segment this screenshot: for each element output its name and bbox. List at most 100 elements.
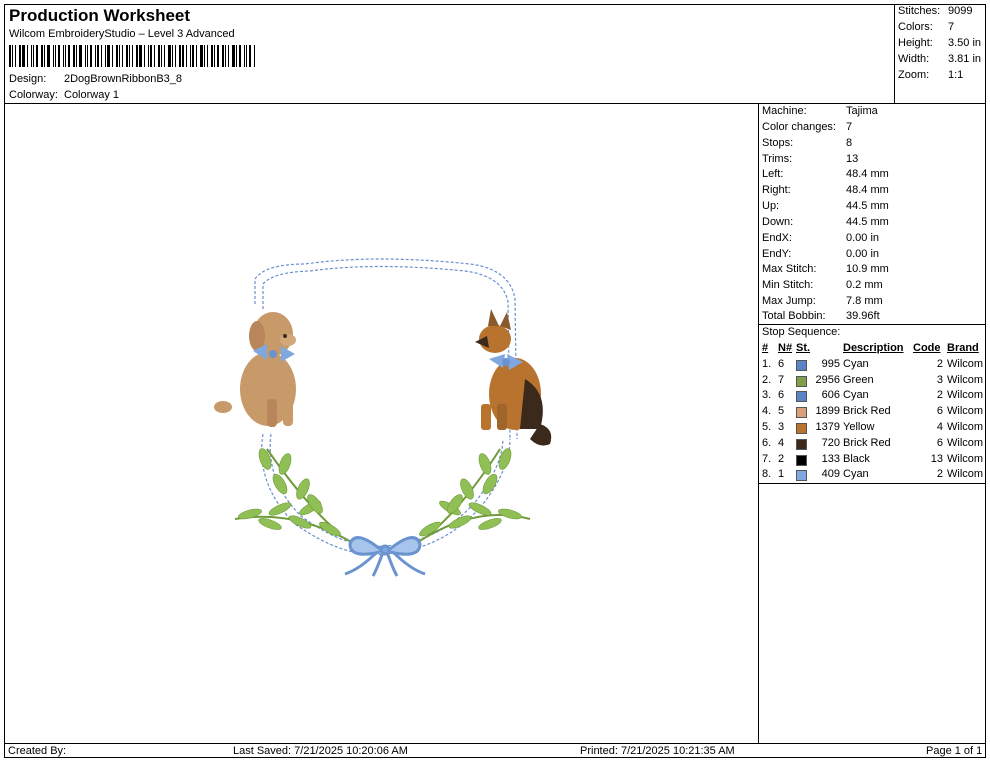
row-needle: 4 — [778, 436, 796, 452]
row-description: Cyan — [840, 388, 913, 404]
color-swatch — [796, 422, 807, 434]
barcode-bar — [172, 45, 173, 67]
row-num: 1. — [760, 357, 778, 373]
design-label: Design: — [9, 73, 47, 85]
barcode-bar — [217, 45, 219, 67]
barcode-bar — [19, 45, 21, 67]
barcode-bar — [95, 45, 96, 67]
barcode-bar — [33, 45, 34, 67]
barcode-bar — [36, 45, 38, 67]
row-needle: 7 — [778, 373, 796, 389]
row-stitches: 720 — [796, 436, 840, 452]
barcode-bar — [136, 45, 138, 67]
barcode-bar — [139, 45, 142, 67]
barcode-bar — [15, 45, 16, 67]
barcode-bar — [222, 45, 224, 67]
barcode-bar — [196, 45, 197, 67]
summary-value: 9099 — [948, 5, 973, 17]
barcode-bar — [148, 45, 149, 67]
barcode-bar — [79, 45, 82, 67]
barcode — [9, 45, 271, 67]
barcode-bar — [249, 45, 251, 67]
row-needle: 6 — [778, 388, 796, 404]
table-row: 5. 3 1379 Yellow 4 Wilcom — [760, 420, 986, 436]
row-num: 4. — [760, 404, 778, 420]
barcode-bar — [161, 45, 162, 67]
info-value: 0.00 in — [846, 232, 880, 244]
color-swatch — [796, 407, 807, 419]
row-description-text: Cyan — [843, 468, 869, 481]
row-code: 2 — [913, 388, 943, 404]
info-value: 8 — [846, 137, 853, 149]
row-needle: 5 — [778, 404, 796, 420]
row-code-text: 3 — [936, 373, 943, 386]
color-swatch — [796, 438, 807, 450]
row-stitches-text: 606 — [821, 389, 840, 402]
barcode-bar — [90, 45, 92, 67]
row-stitches-text: 2956 — [815, 373, 840, 386]
barcode-bar — [179, 45, 181, 67]
barcode-bar — [87, 45, 88, 67]
col-st: St. — [796, 342, 811, 354]
row-num-text: 2. — [762, 373, 772, 386]
created-by: Created By: — [8, 745, 67, 757]
barcode-bar — [27, 45, 28, 67]
row-code: 2 — [913, 357, 943, 373]
info-label: Trims: — [762, 153, 793, 165]
barcode-bar — [211, 45, 213, 67]
sidebar-divider — [758, 103, 759, 743]
barcode-bar — [239, 45, 241, 67]
row-brand: Wilcom — [943, 436, 986, 452]
row-description: Cyan — [840, 357, 913, 373]
design-value: 2DogBrownRibbonB3_8 — [64, 73, 183, 85]
color-swatch — [796, 359, 807, 371]
row-num-text: 6. — [762, 436, 772, 449]
row-stitches: 995 — [796, 357, 840, 373]
row-brand-text: Wilcom — [947, 405, 984, 418]
row-needle-text: 3 — [778, 420, 785, 433]
row-description-text: Yellow — [843, 420, 875, 433]
table-row: 2. 7 2956 Green 3 Wilcom — [760, 373, 986, 389]
table-row: 7. 2 133 Black 13 Wilcom — [760, 452, 986, 468]
info-label: EndX: — [762, 232, 792, 244]
row-brand: Wilcom — [943, 420, 986, 436]
col-brand: Brand — [947, 342, 979, 354]
barcode-bar — [101, 45, 102, 67]
colorway-value: Colorway 1 — [64, 89, 120, 101]
row-code-text: 6 — [936, 436, 943, 449]
col-description: Description — [843, 342, 904, 354]
row-needle-text: 6 — [778, 357, 785, 370]
barcode-bar — [12, 45, 13, 67]
col-n: N# — [778, 342, 793, 354]
barcode-bar — [200, 45, 203, 67]
row-brand-text: Wilcom — [947, 468, 984, 481]
row-code: 3 — [913, 373, 943, 389]
barcode-bar — [244, 45, 245, 67]
barcode-bar — [175, 45, 176, 67]
row-num: 7. — [760, 452, 778, 468]
barcode-bar — [132, 45, 133, 67]
col-num: # — [762, 342, 769, 354]
barcode-bar — [254, 45, 255, 67]
table-row: 4. 5 1899 Brick Red 6 Wilcom — [760, 404, 986, 420]
last-saved: Last Saved: 7/21/2025 10:20:06 AM — [233, 745, 408, 757]
row-num-text: 5. — [762, 420, 772, 433]
barcode-bar — [119, 45, 120, 67]
summary-value: 1:1 — [948, 69, 964, 81]
row-description: Cyan — [840, 467, 913, 483]
row-code: 13 — [913, 452, 943, 468]
barcode-bar — [214, 45, 215, 67]
table-row: 8. 1 409 Cyan 2 Wilcom — [760, 467, 986, 483]
summary-divider — [894, 4, 895, 103]
shepherd-dog — [475, 309, 552, 446]
row-stitches-text: 720 — [821, 436, 840, 449]
barcode-bar — [182, 45, 184, 67]
row-description-text: Brick Red — [843, 405, 891, 418]
barcode-bar — [236, 45, 237, 67]
row-stitches: 1899 — [796, 404, 840, 420]
page-title: Production Worksheet — [9, 6, 191, 25]
info-value: 7 — [846, 121, 853, 133]
row-stitches: 409 — [796, 467, 840, 483]
barcode-bar — [112, 45, 113, 67]
info-label: Down: — [762, 216, 794, 228]
